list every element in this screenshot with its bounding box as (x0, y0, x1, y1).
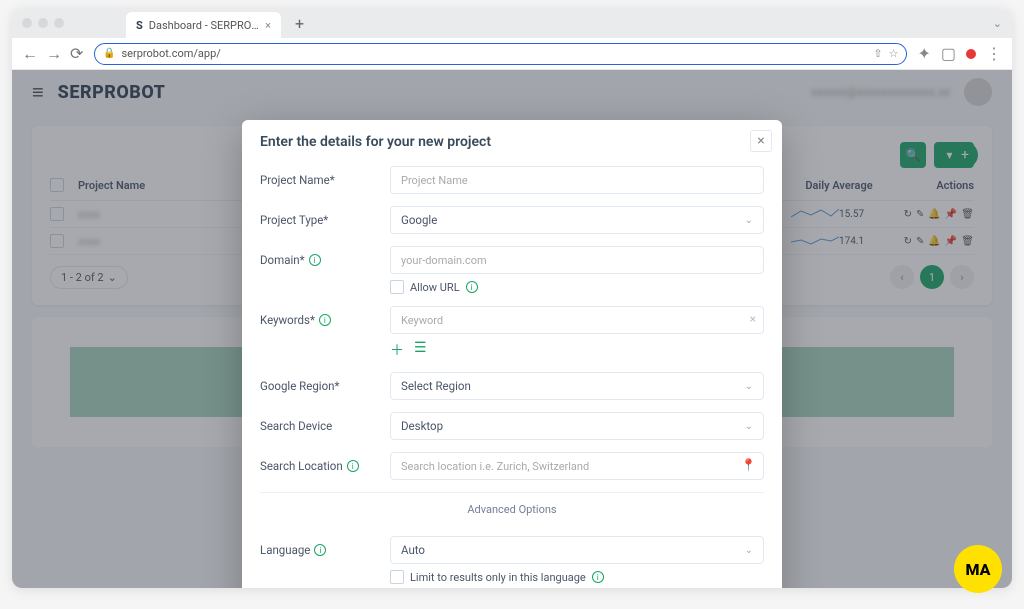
chevron-down-icon: ⌄ (745, 545, 753, 556)
location-pin-icon: 📍 (741, 458, 756, 472)
close-modal-button[interactable]: × (750, 130, 772, 152)
info-icon[interactable]: i (309, 254, 321, 266)
browser-window: S Dashboard - SERPROBOT.CO… × + ⌄ ← → ⟳ … (12, 8, 1012, 588)
limit-language-checkbox[interactable] (390, 570, 404, 584)
menu-icon[interactable]: ⋮ (986, 44, 1002, 63)
chevron-down-icon: ⌄ (745, 215, 753, 226)
search-location-label: Search Location i (260, 452, 390, 473)
close-icon[interactable]: × (265, 19, 271, 32)
chevron-down-icon: ⌄ (745, 381, 753, 392)
info-icon[interactable]: i (314, 544, 326, 556)
allow-url-checkbox[interactable] (390, 280, 404, 294)
keywords-label: Keywords* i (260, 306, 390, 327)
domain-input[interactable] (390, 246, 764, 274)
panel-icon[interactable]: ▢ (941, 44, 956, 63)
limit-language-label: Limit to results only in this language (410, 571, 586, 584)
url-bar[interactable]: 🔒 serprobot.com/app/ ⇧ ☆ (94, 43, 907, 65)
chevron-down-icon[interactable]: ⌄ (993, 17, 1002, 30)
share-icon[interactable]: ⇧ (873, 47, 882, 60)
ma-badge: MA (954, 545, 1002, 593)
url-text: serprobot.com/app/ (121, 47, 220, 60)
project-type-label: Project Type* (260, 206, 390, 227)
google-region-label: Google Region* (260, 372, 390, 393)
allow-url-label: Allow URL (410, 281, 460, 294)
project-name-input[interactable] (390, 166, 764, 194)
project-name-label: Project Name* (260, 166, 390, 187)
info-icon[interactable]: i (347, 460, 359, 472)
browser-tab[interactable]: S Dashboard - SERPROBOT.CO… × (126, 12, 281, 38)
traffic-close[interactable] (22, 18, 32, 28)
google-region-value: Select Region (401, 379, 471, 393)
tab-title: Dashboard - SERPROBOT.CO… (149, 19, 259, 32)
language-select[interactable]: Auto ⌄ (390, 536, 764, 564)
forward-icon[interactable]: → (46, 44, 60, 64)
language-value: Auto (401, 543, 425, 557)
back-icon[interactable]: ← (22, 44, 36, 64)
search-device-label: Search Device (260, 412, 390, 433)
app-content: ≡ SERPROBOT xxxxxx@xxxxxxxxxxxxx.xx + 🔍 … (12, 70, 1012, 588)
keyword-input[interactable] (390, 306, 764, 334)
info-icon[interactable]: i (319, 314, 331, 326)
clear-icon[interactable]: × (750, 312, 756, 326)
chevron-down-icon: ⌄ (745, 421, 753, 432)
google-region-select[interactable]: Select Region ⌄ (390, 372, 764, 400)
project-type-select[interactable]: Google ⌄ (390, 206, 764, 234)
new-tab-button[interactable]: + (295, 14, 304, 33)
browser-tab-bar: S Dashboard - SERPROBOT.CO… × + ⌄ (12, 8, 1012, 38)
language-label: Language i (260, 536, 390, 557)
tab-favicon: S (136, 19, 143, 32)
new-project-modal: × Enter the details for your new project… (242, 120, 782, 588)
domain-label: Domain* i (260, 246, 390, 267)
star-icon[interactable]: ☆ (889, 47, 899, 60)
search-location-input[interactable] (390, 452, 764, 480)
info-icon[interactable]: i (592, 571, 604, 583)
traffic-zoom[interactable] (54, 18, 64, 28)
reload-icon[interactable]: ⟳ (70, 44, 84, 63)
extensions-icon[interactable]: ✦ (917, 44, 930, 63)
traffic-minimize[interactable] (38, 18, 48, 28)
lock-icon: 🔒 (103, 48, 115, 59)
browser-toolbar: ← → ⟳ 🔒 serprobot.com/app/ ⇧ ☆ ✦ ▢ ⋮ (12, 38, 1012, 70)
modal-title: Enter the details for your new project (242, 120, 782, 160)
record-icon[interactable] (966, 49, 976, 59)
search-device-select[interactable]: Desktop ⌄ (390, 412, 764, 440)
search-device-value: Desktop (401, 419, 443, 433)
advanced-options-toggle[interactable]: Advanced Options (260, 492, 764, 526)
add-keyword-icon[interactable]: ＋ (390, 340, 404, 360)
bulk-icon[interactable]: ☰ (414, 340, 427, 360)
project-type-value: Google (401, 213, 437, 227)
info-icon[interactable]: i (466, 281, 478, 293)
